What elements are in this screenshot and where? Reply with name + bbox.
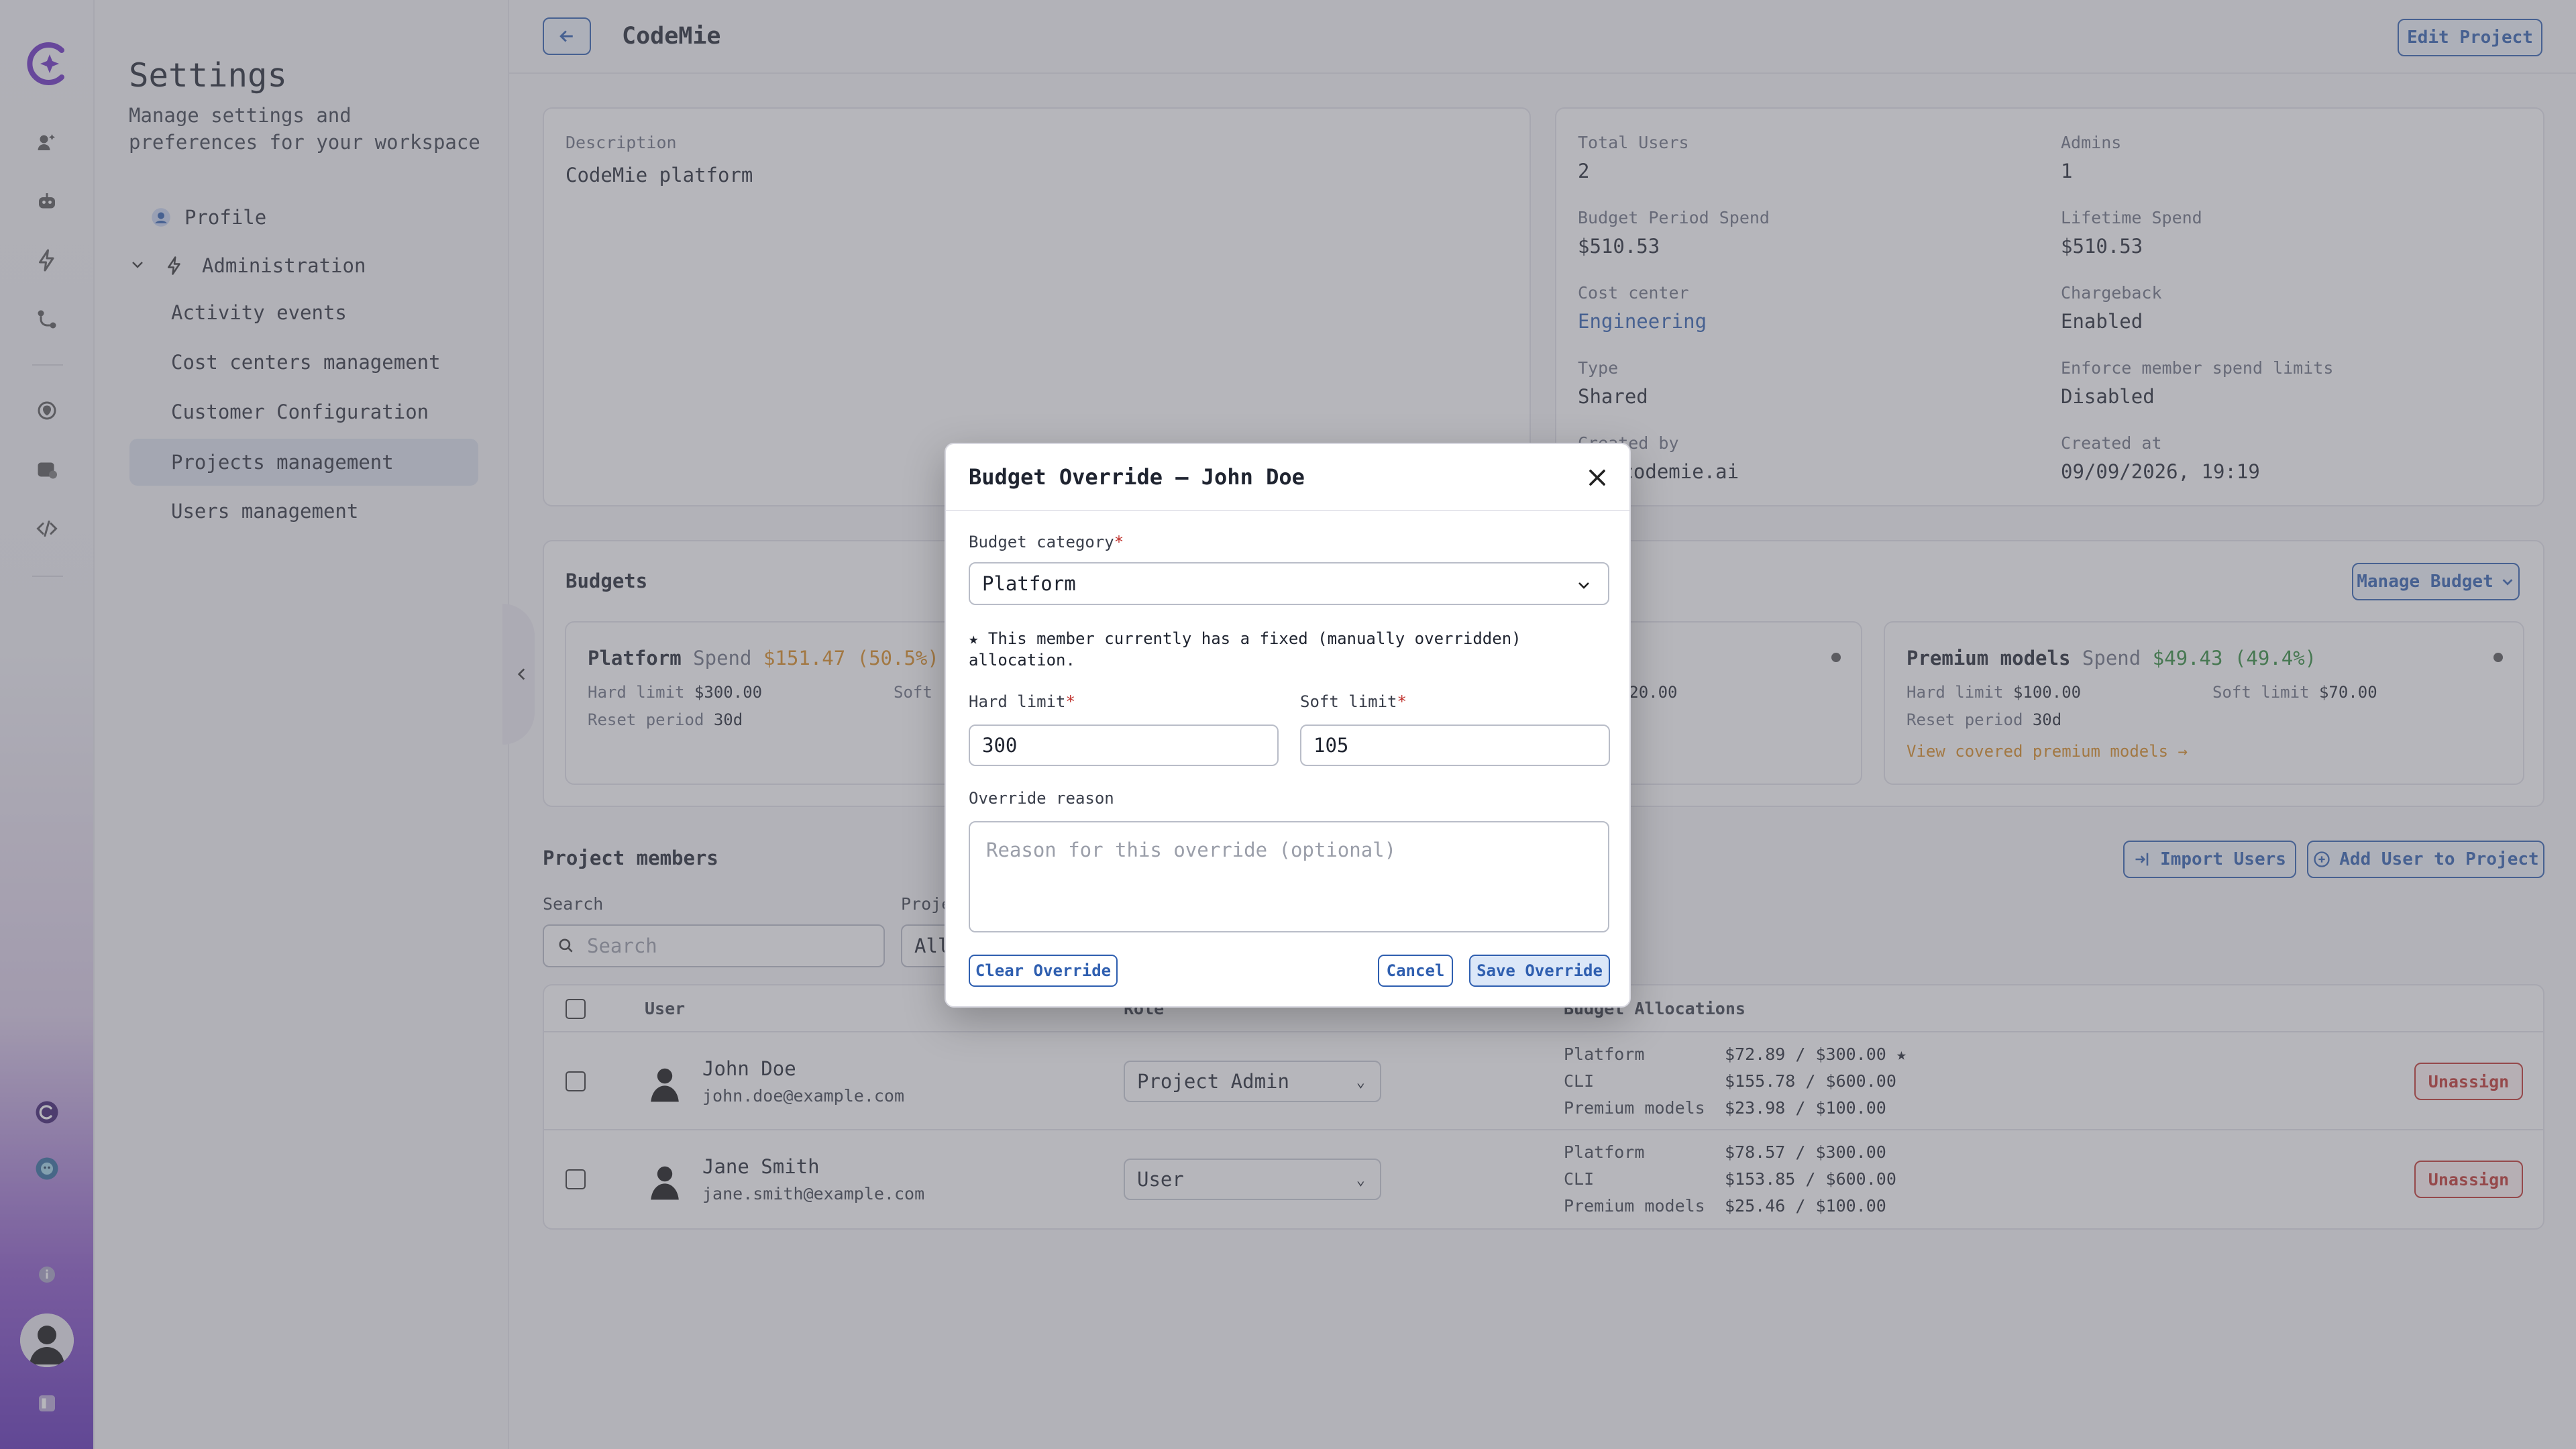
soft-limit-label: Soft limit* <box>1300 692 1407 711</box>
dialog-header: Budget Override — John Doe <box>946 444 1629 511</box>
override-note: ★ This member currently has a fixed (man… <box>969 629 1521 669</box>
hard-limit-label: Hard limit* <box>969 692 1075 711</box>
category-value: Platform <box>982 572 1076 595</box>
override-reason-label: Override reason <box>969 789 1114 808</box>
required-mark: * <box>1114 533 1124 551</box>
cancel-button[interactable]: Cancel <box>1378 955 1453 987</box>
category-label-text: Budget category <box>969 533 1114 551</box>
dialog-title: Budget Override — John Doe <box>969 464 1305 490</box>
category-label: Budget category* <box>969 533 1124 551</box>
soft-limit-input[interactable]: 105 <box>1300 724 1610 766</box>
required-mark: * <box>1397 692 1407 711</box>
override-reason-textarea[interactable]: Reason for this override (optional) <box>969 821 1609 932</box>
soft-limit-label-text: Soft limit <box>1300 692 1397 711</box>
save-override-button[interactable]: Save Override <box>1469 955 1610 987</box>
hard-limit-input[interactable]: 300 <box>969 724 1279 766</box>
budget-override-dialog: Budget Override — John Doe Budget catego… <box>945 443 1631 1008</box>
required-mark: * <box>1065 692 1075 711</box>
hard-limit-label-text: Hard limit <box>969 692 1066 711</box>
chevron-down-icon <box>1578 582 1589 589</box>
budget-category-select[interactable]: Platform <box>969 562 1609 605</box>
clear-override-button[interactable]: Clear Override <box>969 955 1118 987</box>
close-icon[interactable] <box>1584 464 1611 491</box>
